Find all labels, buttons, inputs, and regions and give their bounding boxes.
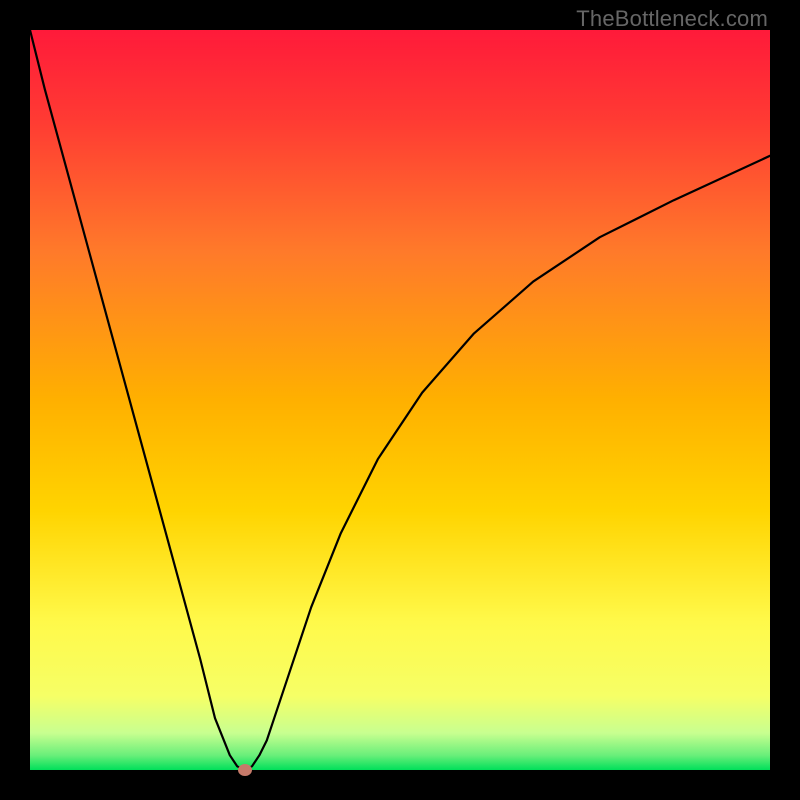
gradient-background (30, 30, 770, 770)
minimum-marker-dot (238, 764, 252, 776)
plot-area (30, 30, 770, 770)
watermark-text: TheBottleneck.com (576, 6, 768, 32)
chart-svg (30, 30, 770, 770)
